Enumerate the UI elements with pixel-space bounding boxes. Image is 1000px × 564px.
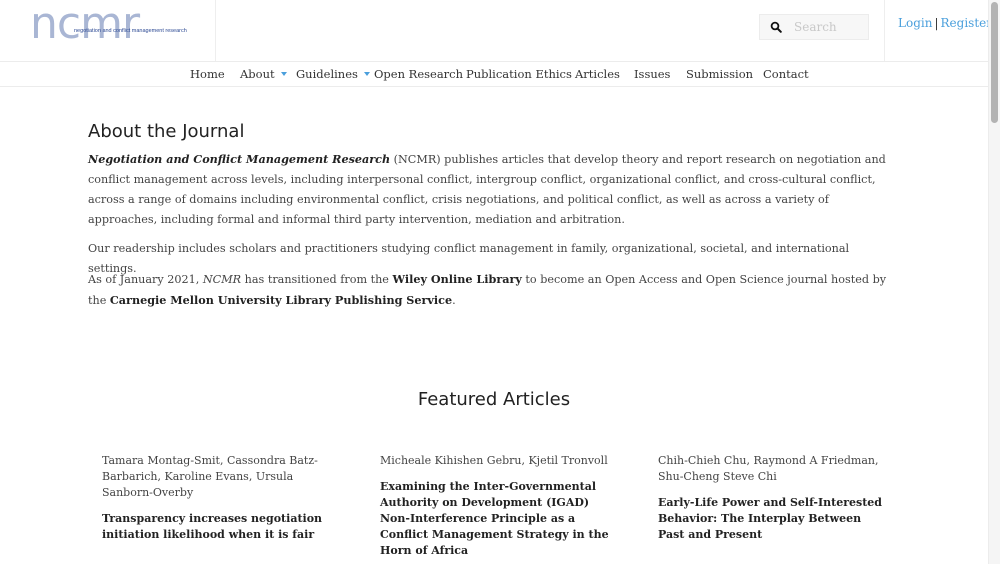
ncmr-logo[interactable]: ncmr negotiation and conflict management… — [30, 2, 210, 54]
scrollbar-thumb[interactable] — [991, 2, 998, 123]
nav-item-contact[interactable]: Contact — [763, 67, 809, 81]
nav-item-publication-ethics[interactable]: Publication Ethics — [466, 67, 572, 81]
search-input[interactable] — [794, 18, 864, 36]
logo-tagline: negotiation and conflict management rese… — [74, 28, 187, 34]
header-divider — [215, 0, 216, 61]
nav-item-articles[interactable]: Articles — [575, 67, 620, 81]
nav-item-home[interactable]: Home — [190, 67, 225, 81]
nav-item-open-research[interactable]: Open Research — [374, 67, 463, 81]
nav-label: Publication Ethics — [466, 67, 572, 81]
login-link[interactable]: Login — [898, 16, 932, 30]
caret-down-icon — [363, 72, 370, 76]
article-title-link[interactable]: Transparency increases negotiation initi… — [102, 511, 332, 543]
auth-links: Login | Register — [898, 16, 992, 30]
article-card: Micheale Kihishen Gebru, Kjetil Tronvoll… — [380, 453, 610, 559]
about-paragraph-1: Negotiation and Conflict Management Rese… — [88, 149, 888, 230]
nav-label: Open Research — [374, 67, 464, 81]
article-authors: Micheale Kihishen Gebru, Kjetil Tronvoll — [380, 454, 608, 467]
nav-label: Guidelines — [296, 67, 358, 81]
page: ncmr negotiation and conflict management… — [0, 0, 992, 564]
article-card: Tamara Montag-Smit, Cassondra Batz-Barba… — [102, 453, 332, 543]
header-divider — [884, 0, 885, 61]
wiley-library-text: Wiley Online Library — [392, 272, 522, 286]
caret-down-icon — [280, 72, 287, 76]
text: has transitioned from the — [241, 273, 393, 286]
text: . — [452, 294, 456, 307]
site-header: ncmr negotiation and conflict management… — [0, 0, 992, 62]
journal-abbr: NCMR — [202, 273, 242, 286]
nav-item-about[interactable]: About — [240, 67, 287, 81]
article-authors: Chih-Chieh Chu, Raymond A Friedman, Shu-… — [658, 454, 879, 483]
about-paragraph-3: As of January 2021, NCMR has transitione… — [88, 269, 888, 311]
logo-wordmark: ncmr — [30, 0, 140, 49]
article-title-link[interactable]: Early-Life Power and Self-Interested Beh… — [658, 495, 888, 543]
register-link[interactable]: Register — [941, 16, 992, 30]
nav-item-submission[interactable]: Submission — [686, 67, 753, 81]
article-title-link[interactable]: Examining the Inter-Governmental Authori… — [380, 479, 610, 559]
featured-heading: Featured Articles — [417, 389, 571, 410]
nav-label: Issues — [634, 67, 671, 81]
article-card: Chih-Chieh Chu, Raymond A Friedman, Shu-… — [658, 453, 888, 543]
nav-label: Home — [190, 67, 225, 81]
nav-label: Submission — [686, 67, 754, 81]
nav-item-issues[interactable]: Issues — [634, 67, 670, 81]
nav-label: Articles — [575, 67, 620, 81]
search-icon[interactable] — [770, 21, 782, 33]
cmu-publishing-text: Carnegie Mellon University Library Publi… — [109, 293, 453, 307]
nav-label: Contact — [763, 67, 809, 81]
text: As of January 2021, — [88, 273, 203, 286]
nav-label: About — [240, 67, 275, 81]
main-nav: Home About Guidelines Open Research Publ… — [0, 62, 988, 87]
about-heading: About the Journal — [88, 121, 245, 142]
article-authors: Tamara Montag-Smit, Cassondra Batz-Barba… — [102, 454, 318, 499]
auth-separator: | — [934, 16, 939, 30]
journal-name: Negotiation and Conflict Management Rese… — [88, 152, 391, 166]
vertical-scrollbar[interactable] — [988, 0, 1000, 564]
search-box[interactable] — [759, 14, 869, 40]
nav-item-guidelines[interactable]: Guidelines — [296, 67, 370, 81]
